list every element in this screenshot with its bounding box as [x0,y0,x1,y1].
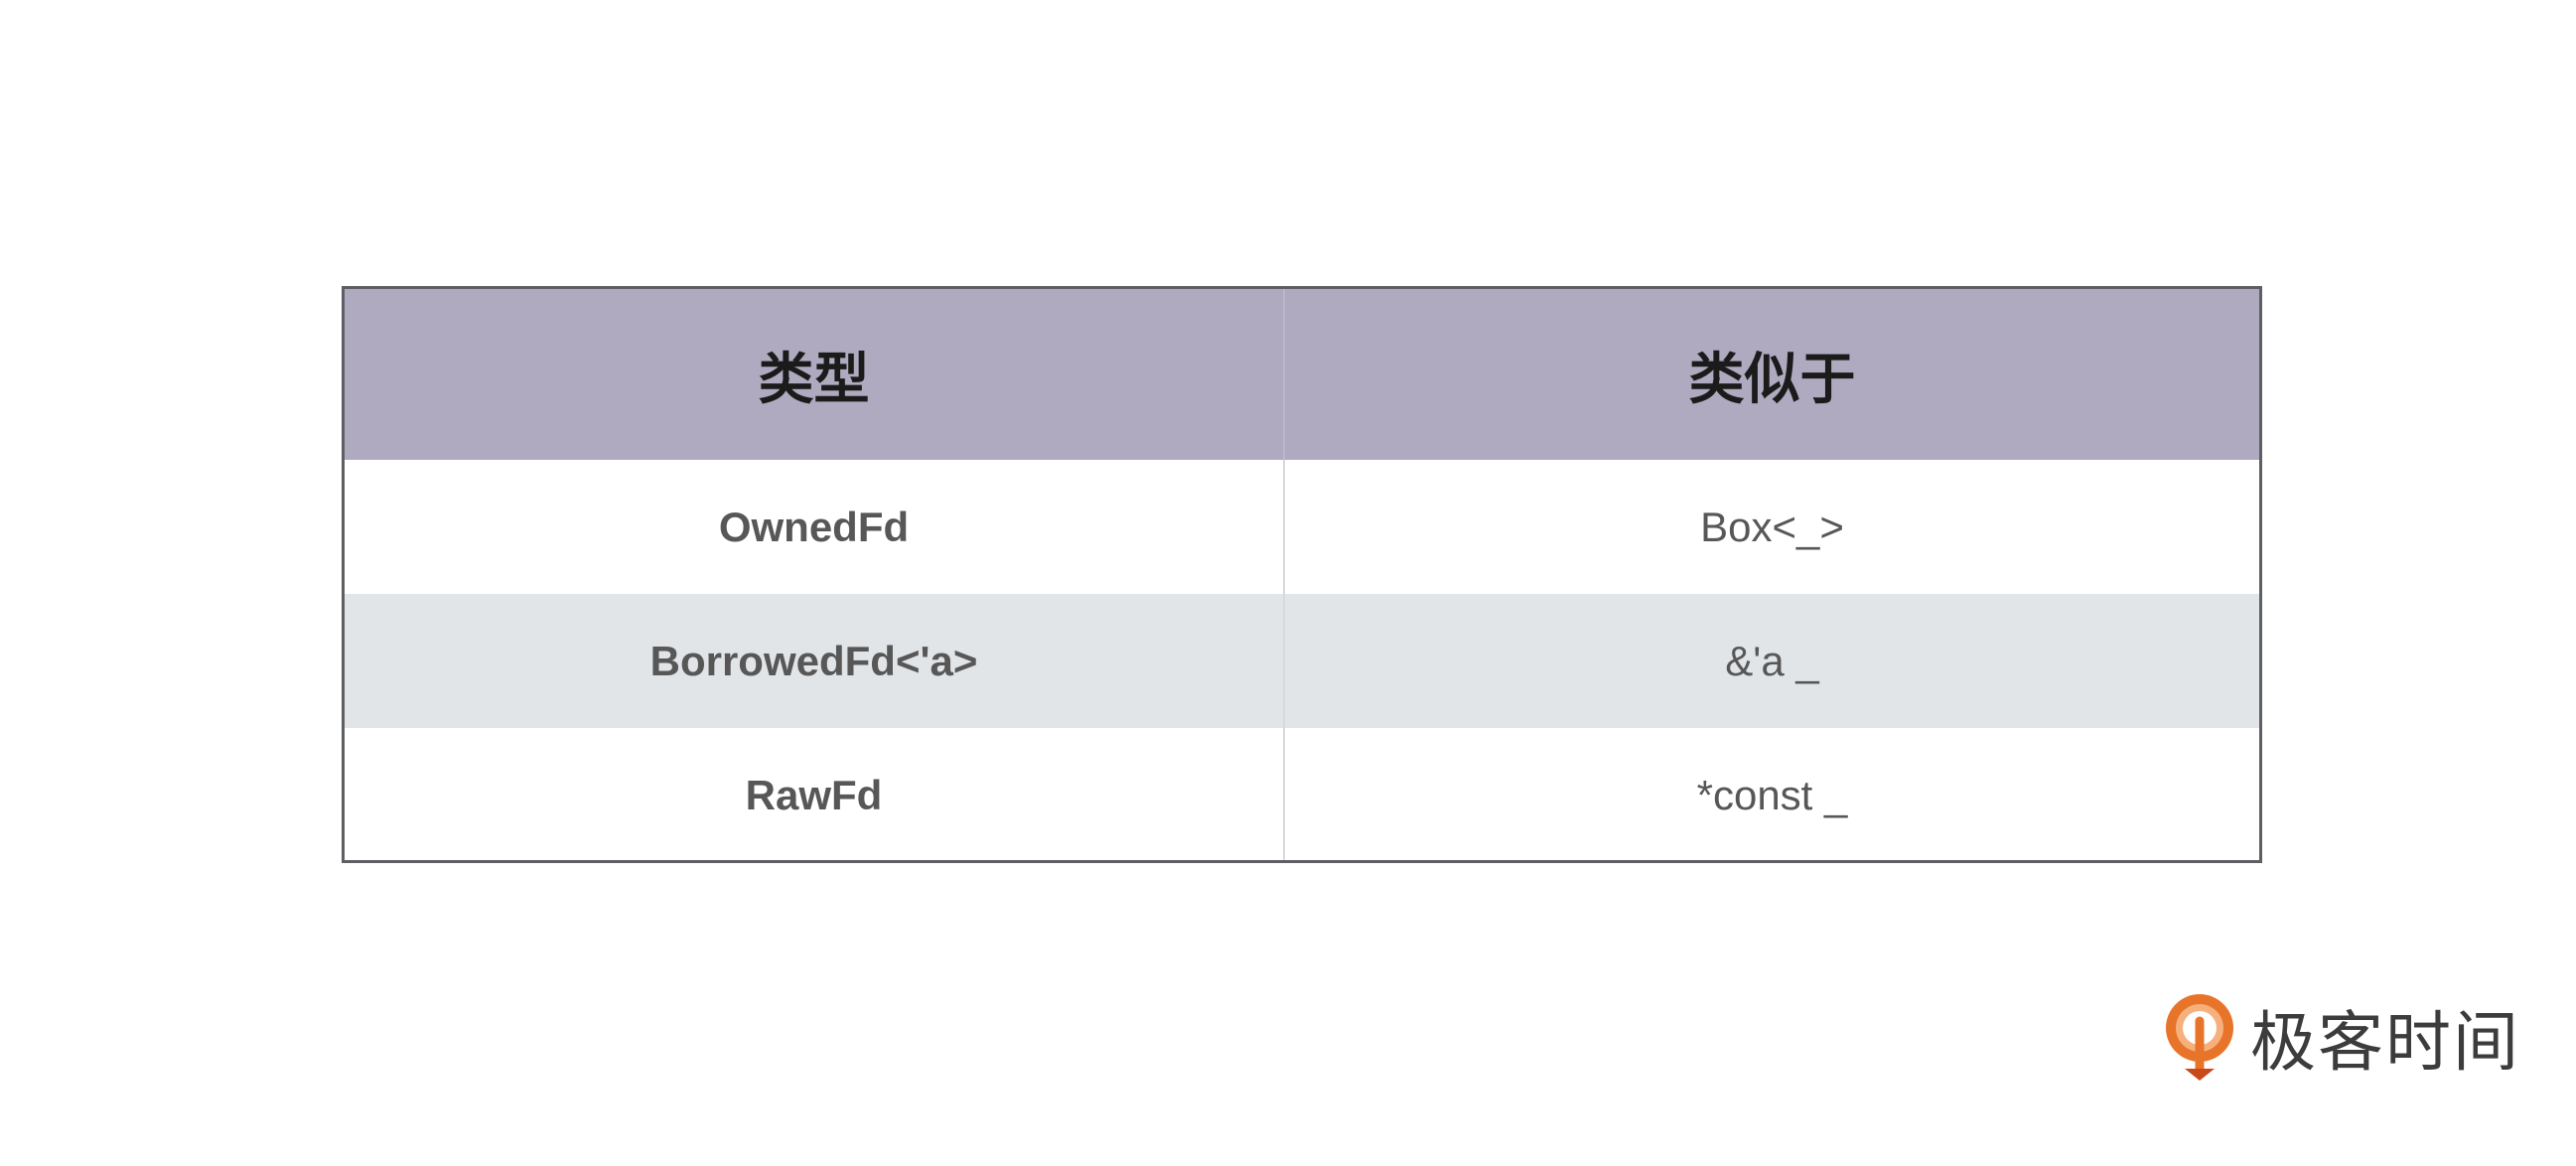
header-similar: 类似于 [1283,289,2259,460]
comparison-table: 类型 类似于 OwnedFd Box<_> BorrowedFd<'a> &'a… [342,286,2262,863]
type-cell: RawFd [345,728,1284,860]
type-cell: OwnedFd [345,460,1284,594]
table-row: RawFd *const _ [345,728,2259,860]
geektime-logo-icon [2166,994,2233,1081]
header-type: 类型 [345,289,1284,460]
similar-cell: *const _ [1283,728,2259,860]
table-row: BorrowedFd<'a> &'a _ [345,594,2259,728]
fd-types-table: 类型 类似于 OwnedFd Box<_> BorrowedFd<'a> &'a… [345,289,2259,860]
brand-watermark: 极客时间 [2163,991,2520,1083]
table-row: OwnedFd Box<_> [345,460,2259,594]
type-cell: BorrowedFd<'a> [345,594,1284,728]
similar-cell: &'a _ [1283,594,2259,728]
similar-cell: Box<_> [1283,460,2259,594]
table-header-row: 类型 类似于 [345,289,2259,460]
brand-name: 极客时间 [2250,1004,2520,1081]
